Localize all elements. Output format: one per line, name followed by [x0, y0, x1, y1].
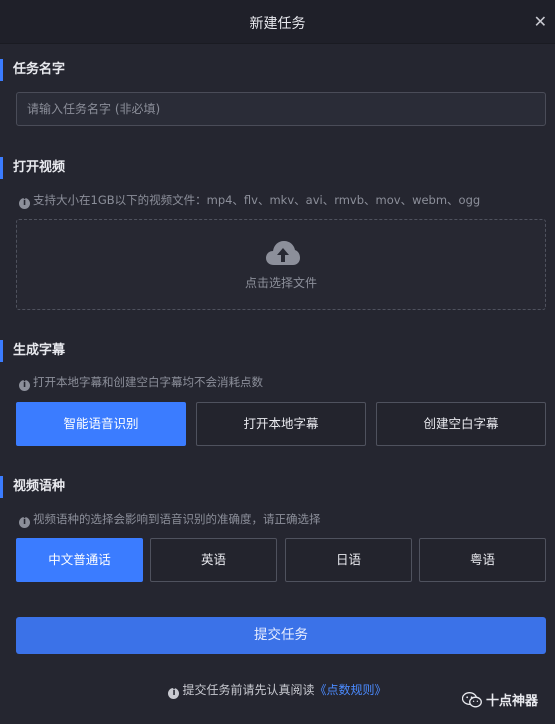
task-name-heading: 任务名字 — [0, 59, 65, 81]
subtitle-option-create-blank[interactable]: 创建空白字幕 — [376, 402, 546, 446]
language-hint: i 视频语种的选择会影响到语音识别的准确度，请正确选择 — [19, 511, 321, 528]
dialog-title: 新建任务 — [249, 16, 306, 32]
subtitle-option-speech-recognition[interactable]: 智能语音识别 — [16, 402, 186, 446]
open-video-hint-text: 支持大小在1GB以下的视频文件：mp4、flv、mkv、avi、rmvb、mov… — [33, 193, 481, 207]
language-option-japanese[interactable]: 日语 — [285, 538, 412, 582]
subtitle-hint-text: 打开本地字幕和创建空白字幕均不会消耗点数 — [33, 375, 263, 389]
info-icon: i — [19, 517, 30, 528]
language-option-english[interactable]: 英语 — [150, 538, 277, 582]
info-icon: i — [168, 688, 180, 699]
language-hint-text: 视频语种的选择会影响到语音识别的准确度，请正确选择 — [33, 512, 321, 526]
info-icon: i — [19, 380, 30, 391]
language-option-mandarin[interactable]: 中文普通话 — [16, 538, 143, 582]
cloud-upload-icon — [266, 241, 300, 265]
dialog-titlebar: 新建任务 ✕ — [0, 0, 555, 44]
info-icon: i — [19, 198, 30, 209]
watermark-text: 十点神器 — [485, 694, 538, 709]
subtitle-hint: i 打开本地字幕和创建空白字幕均不会消耗点数 — [19, 374, 263, 391]
points-rules-link[interactable]: 《点数规则》 — [315, 683, 387, 697]
close-icon[interactable]: ✕ — [534, 12, 547, 32]
language-heading: 视频语种 — [0, 476, 65, 498]
subtitle-heading: 生成字幕 — [0, 340, 65, 362]
submit-task-button[interactable]: 提交任务 — [16, 617, 546, 654]
upload-label: 点击选择文件 — [244, 276, 317, 290]
subtitle-option-open-local[interactable]: 打开本地字幕 — [196, 402, 366, 446]
file-upload-area[interactable]: 点击选择文件 — [16, 219, 546, 310]
footer-note-text: 提交任务前请先认真阅读 — [182, 683, 315, 697]
task-name-input[interactable]: 请输入任务名字 (非必填) — [16, 92, 546, 126]
open-video-hint: i 支持大小在1GB以下的视频文件：mp4、flv、mkv、avi、rmvb、mo… — [19, 192, 480, 209]
language-option-cantonese[interactable]: 粤语 — [419, 538, 546, 582]
wechat-icon — [461, 692, 482, 708]
watermark: 十点神器 — [461, 690, 538, 709]
open-video-heading: 打开视频 — [0, 157, 65, 179]
